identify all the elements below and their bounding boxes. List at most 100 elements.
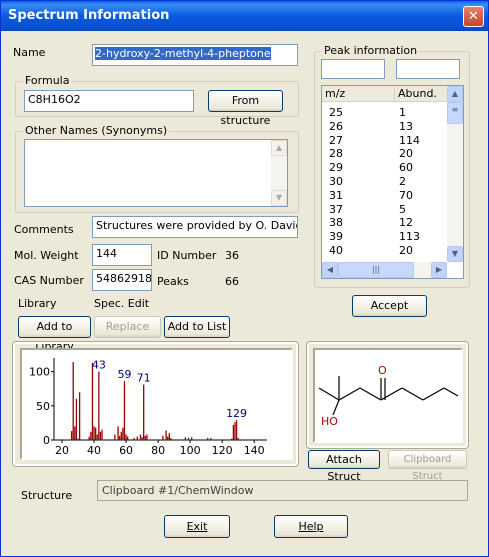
bond (380, 387, 403, 401)
y-tick-label: 0 (43, 434, 50, 447)
spec-edit-label: Spec. Edit (94, 297, 150, 310)
peak-list-vscrollbar[interactable]: ▲ ≡ ▼ (447, 86, 463, 262)
peak-row-mz[interactable]: 40 (329, 244, 343, 257)
name-input[interactable]: 2-hydroxy-2-methyl-4-pheptone (92, 44, 298, 66)
cas-number-label: CAS Number (14, 274, 84, 287)
bond (332, 399, 340, 416)
clipboard-struct-button[interactable]: Clipboard Struct (388, 450, 467, 482)
peak-label: 43 (92, 359, 106, 372)
bond (443, 387, 459, 397)
peak-row-mz[interactable]: 28 (329, 147, 343, 160)
structure-label: Structure (21, 489, 73, 502)
peak-row-mz[interactable]: 30 (329, 175, 343, 188)
library-label: Library (18, 297, 57, 310)
structure-drawing: O HO (313, 348, 463, 443)
y-tick-label: 100 (29, 366, 50, 379)
from-structure-button[interactable]: From structure (208, 90, 283, 127)
peak-row-abundance[interactable]: 12 (399, 216, 413, 229)
spectrum-information-dialog: Spectrum Information ✕ Name 2-hydroxy-2-… (0, 0, 489, 557)
peak-row-mz[interactable]: 27 (329, 134, 343, 147)
name-value: 2-hydroxy-2-methyl-4-pheptone (95, 47, 271, 60)
peak-list[interactable]: m/z Abund. 25 1 26 13 27 114 28 20 29 60 30 2 31 70 37… (321, 85, 464, 279)
scroll-down-icon[interactable]: ▼ (447, 246, 463, 262)
peak-label: 71 (137, 372, 151, 385)
x-tick-label: 60 (119, 444, 133, 457)
other-names-group-label: Other Names (Synonyms) (23, 124, 170, 137)
spectrum-chart: 0 50 100 20 40 60 80 100 120 140 43 59 71 129 (29, 358, 267, 457)
atom-hydroxyl: HO (321, 415, 338, 428)
add-to-list-button[interactable]: Add to List (164, 316, 230, 338)
peak-row-abundance[interactable]: 13 (399, 120, 413, 133)
comments-input[interactable]: Structures were provided by O. David Spa (92, 216, 298, 238)
peak-row-abundance[interactable]: 114 (399, 134, 420, 147)
peak-row-mz[interactable]: 38 (329, 216, 343, 229)
peak-row-abundance[interactable]: 113 (399, 230, 420, 243)
scroll-up-icon[interactable]: ▲ (271, 140, 287, 156)
id-number-label: ID Number (157, 249, 217, 262)
close-icon[interactable]: ✕ (463, 6, 484, 27)
peak-row-mz[interactable]: 29 (329, 161, 343, 174)
peak-label: 129 (226, 407, 247, 420)
peaks-value: 66 (225, 275, 239, 288)
x-tick-label: 100 (180, 444, 201, 457)
window-title: Spectrum Information (8, 8, 170, 23)
formula-input[interactable]: C8H16O2 (24, 90, 194, 112)
x-tick-label: 80 (151, 444, 165, 457)
peak-mz-input[interactable] (321, 59, 385, 79)
peak-row-mz[interactable]: 25 (329, 106, 343, 119)
scroll-up-icon[interactable]: ▲ (447, 86, 463, 102)
cas-number-input[interactable]: 54862918 (92, 269, 152, 291)
peak-row-mz[interactable]: 26 (329, 120, 343, 133)
other-names-textarea[interactable] (24, 139, 288, 207)
peak-row-mz[interactable]: 39 (329, 230, 343, 243)
bond (401, 387, 424, 401)
structure-source-field: Clipboard #1/ChemWindow (97, 480, 468, 501)
mol-weight-label: Mol. Weight (14, 249, 79, 262)
y-tick-label: 50 (36, 400, 50, 413)
peak-information-group-label: Peak information (322, 44, 420, 57)
attach-struct-button[interactable]: Attach Struct (308, 450, 380, 483)
other-names-scrollbar[interactable]: ▲ ▼ (271, 140, 287, 206)
comments-label: Comments (14, 223, 74, 236)
exit-button[interactable]: Exit (164, 515, 230, 538)
add-to-library-button[interactable]: Add to Library (18, 316, 91, 353)
peak-row-abundance[interactable]: 60 (399, 161, 413, 174)
peak-row-abundance[interactable]: 20 (399, 147, 413, 160)
peak-list-hscrollbar[interactable]: ◀ ||| ▶ (322, 262, 447, 278)
replace-button[interactable]: Replace (94, 316, 161, 338)
peak-row-abundance[interactable]: 70 (399, 189, 413, 202)
x-tick-label: 120 (212, 444, 233, 457)
peak-row-abundance[interactable]: 5 (399, 203, 406, 216)
scroll-left-icon[interactable]: ◀ (322, 262, 338, 278)
hscroll-thumb[interactable]: ||| (338, 262, 414, 278)
bond (338, 387, 361, 401)
bond (422, 387, 445, 401)
peak-row-mz[interactable]: 31 (329, 189, 343, 202)
help-button[interactable]: Help (274, 515, 348, 538)
scroll-down-icon[interactable]: ▼ (271, 190, 287, 206)
molecule-structure: O HO (318, 364, 459, 428)
mol-weight-input[interactable]: 144 (92, 244, 152, 266)
help-label: Help (298, 520, 324, 533)
x-tick-label: 40 (87, 444, 101, 457)
scroll-thumb[interactable]: ≡ (447, 102, 463, 124)
peak-row-abundance[interactable]: 1 (399, 106, 406, 119)
peak-row-abundance[interactable]: 2 (399, 175, 406, 188)
peak-row-abundance[interactable]: 20 (399, 244, 413, 257)
column-header-abund[interactable]: Abund. (394, 86, 447, 102)
spectrum-chart-area: 0 50 100 20 40 60 80 100 120 140 43 59 71 129 (20, 348, 293, 460)
x-tick-label: 20 (55, 444, 69, 457)
exit-label: Exit (186, 520, 208, 533)
peaks-label: Peaks (157, 275, 189, 288)
column-header-mz[interactable]: m/z (322, 86, 394, 102)
x-tick-label: 140 (244, 444, 265, 457)
name-label: Name (13, 46, 46, 59)
scroll-right-icon[interactable]: ▶ (431, 262, 447, 278)
peak-row-mz[interactable]: 37 (329, 203, 343, 216)
id-number-value: 36 (225, 249, 239, 262)
peak-label: 59 (117, 368, 131, 381)
peak-abund-input[interactable] (396, 59, 460, 79)
bond (318, 387, 340, 401)
formula-group-label: Formula (23, 74, 72, 87)
accept-button[interactable]: Accept (352, 295, 427, 317)
